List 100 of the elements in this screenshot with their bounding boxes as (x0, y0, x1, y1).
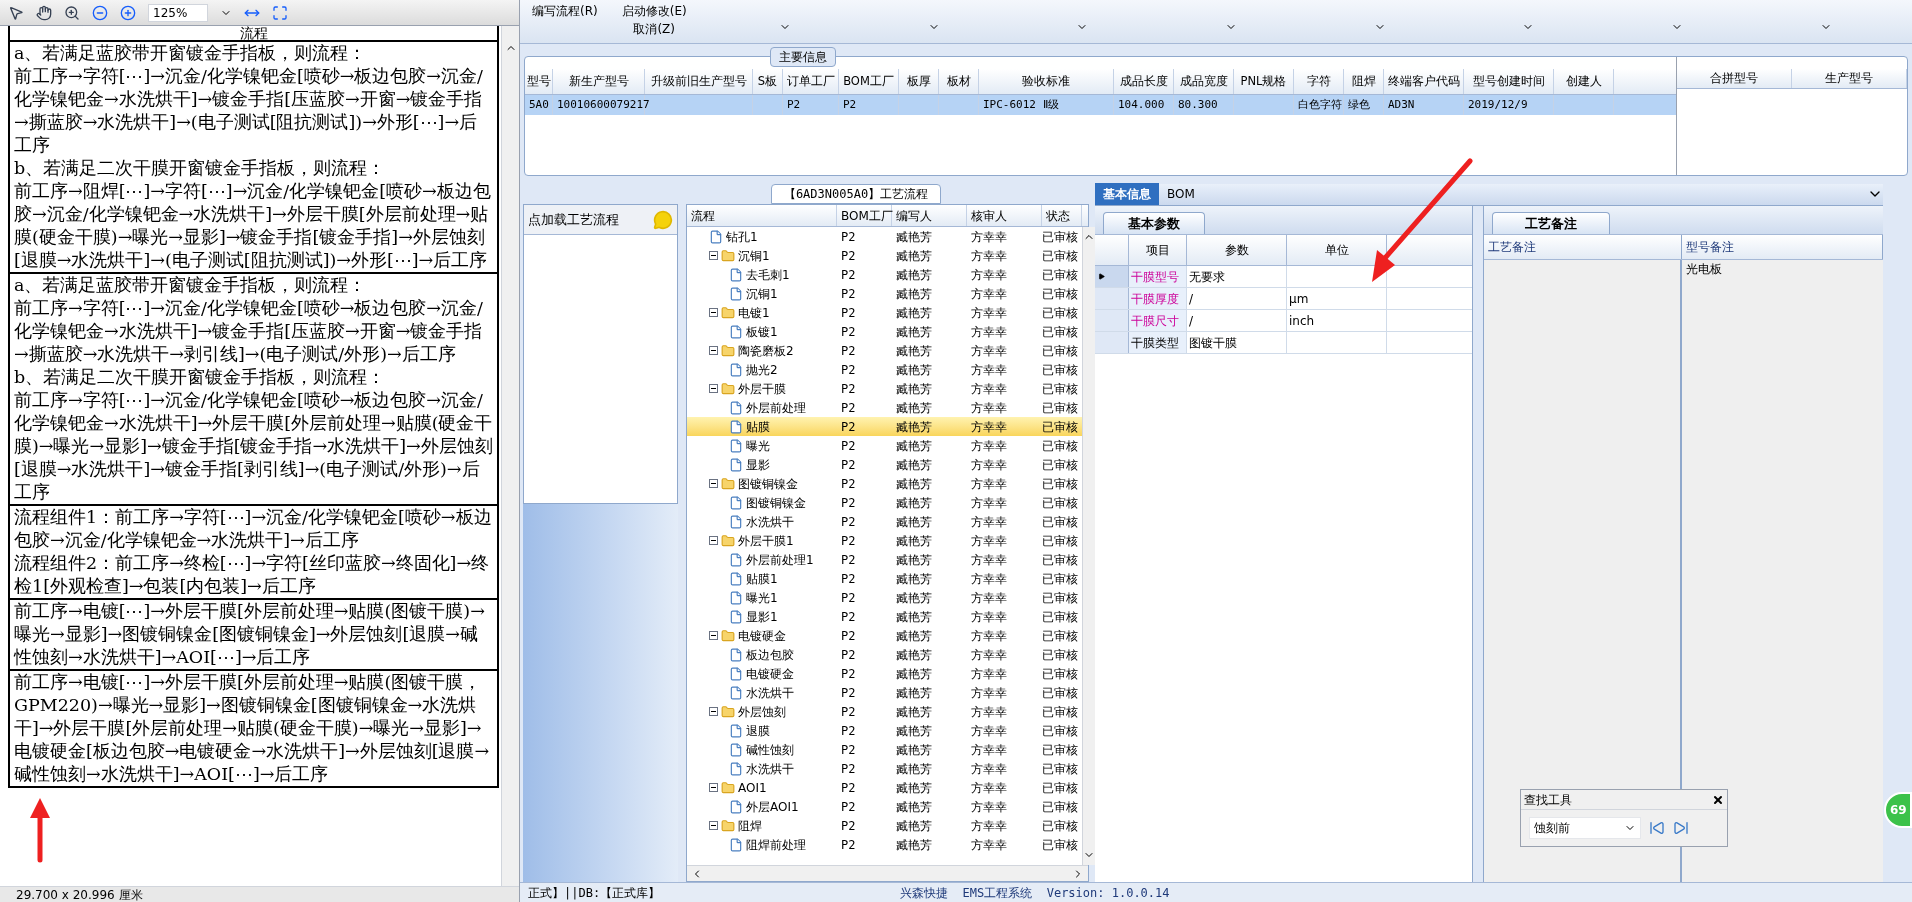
column-header[interactable]: 型号 (525, 69, 553, 94)
tree-row[interactable]: 外层干膜 P2 臧艳芳 方幸幸 已审核 (687, 379, 1082, 398)
tree-row[interactable]: 沉铜1 P2 臧艳芳 方幸幸 已审核 (687, 246, 1082, 265)
tree-row[interactable]: 贴膜 P2 臧艳芳 方幸幸 已审核 (687, 417, 1082, 436)
column-header[interactable]: 工艺备注 (1484, 235, 1682, 259)
column-header[interactable]: 成品宽度 (1174, 69, 1234, 94)
table-cell-text: P2 (840, 304, 857, 322)
tree-label: 电镀1 (738, 304, 770, 322)
column-header[interactable]: 型号创建时间 (1464, 69, 1554, 94)
column-header[interactable]: 创建人 (1554, 69, 1614, 94)
tree-row[interactable]: 板镀1 P2 臧艳芳 方幸幸 已审核 (687, 322, 1082, 341)
collapse-toggle[interactable] (709, 783, 718, 792)
tree-row[interactable]: 外层蚀刻 P2 臧艳芳 方幸幸 已审核 (687, 702, 1082, 721)
sub-tab[interactable]: 基本参数 (1103, 212, 1205, 234)
tree-row[interactable]: 外层前处理1 P2 臧艳芳 方幸幸 已审核 (687, 550, 1082, 569)
collapse-toggle[interactable] (709, 384, 718, 393)
tree-row[interactable]: 电镀硬金 P2 臧艳芳 方幸幸 已审核 (687, 626, 1082, 645)
tree-row[interactable]: 阻焊 P2 臧艳芳 方幸幸 已审核 (687, 816, 1082, 835)
find-next-icon[interactable] (1673, 820, 1689, 836)
tree-row[interactable]: 外层干膜1 P2 臧艳芳 方幸幸 已审核 (687, 531, 1082, 550)
table-cell-text: 已审核 (1042, 323, 1079, 341)
column-header[interactable]: 核审人 (967, 205, 1042, 226)
column-header[interactable]: 成品长度 (1114, 69, 1174, 94)
sub-tab[interactable]: 工艺备注 (1492, 212, 1610, 234)
column-header[interactable]: 流程 (687, 205, 837, 226)
collapse-toggle[interactable] (709, 821, 718, 830)
column-header[interactable]: 编写人 (892, 205, 967, 226)
column-header[interactable]: 终端客户代码 (1384, 69, 1464, 94)
tree-row[interactable]: 电镀1 P2 臧艳芳 方幸幸 已审核 (687, 303, 1082, 322)
column-header[interactable]: 参数 (1187, 235, 1287, 265)
column-header[interactable]: 合拼型号 (1677, 69, 1792, 88)
tree-row[interactable]: 水洗烘干 P2 臧艳芳 方幸幸 已审核 (687, 512, 1082, 531)
column-header[interactable]: S板 (753, 69, 783, 94)
scrollbar[interactable] (501, 26, 519, 886)
scrollbar[interactable] (1082, 227, 1095, 865)
horizontal-scrollbar[interactable] (687, 865, 1088, 881)
tree-row[interactable]: 抛光2 P2 臧艳芳 方幸幸 已审核 (687, 360, 1082, 379)
column-header[interactable]: 板材 (939, 69, 979, 94)
hand-tool-icon[interactable] (36, 4, 52, 21)
tree-row[interactable]: 贴膜1 P2 臧艳芳 方幸幸 已审核 (687, 569, 1082, 588)
remark-field[interactable]: 光电板 (1682, 260, 1883, 882)
process-text: 前工序→电镀[⋯]→外层干膜[外层前处理→贴膜(图镀干膜，GPM220)→曝光→显影]→图镀铜镍金[图镀铜镍金→水洗烘干]→外层干膜[外层前处理→贴膜(硬金干膜)→曝光→显影]→电镀硬金[板边包胶→电镀硬金→水洗烘干]→外层蚀刻[退膜→碱性蚀刻→水洗烘干]→AOI[⋯]→后工序 (14, 671, 491, 786)
tree-row[interactable]: 碱性蚀刻 P2 臧艳芳 方幸幸 已审核 (687, 740, 1082, 759)
tree-row[interactable]: 沉铜1 P2 臧艳芳 方幸幸 已审核 (687, 284, 1082, 303)
tree-row[interactable]: 去毛刺1 P2 臧艳芳 方幸幸 已审核 (687, 265, 1082, 284)
tree-row[interactable]: AOI1 P2 臧艳芳 方幸幸 已审核 (687, 778, 1082, 797)
column-header[interactable]: 板厚 (899, 69, 939, 94)
select-tool-icon[interactable] (8, 4, 24, 21)
collapse-toggle[interactable] (709, 308, 718, 317)
column-header[interactable]: 阻焊 (1344, 69, 1384, 94)
table-row[interactable]: 5A0 10010600079217 P2 P2 IPC-6012 Ⅱ级 104.000 80.300 白色字符 绿色 AD3N 2019/12/9 (525, 95, 1676, 115)
tree-row[interactable]: 钻孔1 P2 臧艳芳 方幸幸 已审核 (687, 227, 1082, 246)
column-header[interactable]: 验收标准 (979, 69, 1114, 94)
fit-page-icon[interactable] (272, 4, 288, 21)
tree-row[interactable]: 显影1 P2 臧艳芳 方幸幸 已审核 (687, 607, 1082, 626)
tree-row[interactable]: 外层AOI1 P2 臧艳芳 方幸幸 已审核 (687, 797, 1082, 816)
column-header[interactable]: 状态 (1042, 205, 1082, 226)
column-header[interactable]: BOM工厂 (839, 69, 899, 94)
tree-row[interactable]: 外层前处理 P2 臧艳芳 方幸幸 已审核 (687, 398, 1082, 417)
column-header[interactable]: 字符 (1294, 69, 1344, 94)
tree-row[interactable]: 板边包胶 P2 臧艳芳 方幸幸 已审核 (687, 645, 1082, 664)
table-cell-text: 臧艳芳 (895, 266, 933, 284)
collapse-toggle[interactable] (709, 346, 718, 355)
tree-row[interactable]: 阻焊前处理 P2 臧艳芳 方幸幸 已审核 (687, 835, 1082, 854)
zoom-tool-icon[interactable] (64, 4, 80, 21)
tree-row[interactable]: 水洗烘干 P2 臧艳芳 方幸幸 已审核 (687, 683, 1082, 702)
tree-row[interactable]: 电镀硬金 P2 臧艳芳 方幸幸 已审核 (687, 664, 1082, 683)
tab[interactable]: 基本信息 (1095, 183, 1159, 205)
collapse-toggle[interactable] (709, 251, 718, 260)
zoom-field[interactable]: 125% (148, 3, 208, 22)
column-header[interactable]: 新生产型号 (553, 69, 645, 94)
find-previous-icon[interactable] (1649, 820, 1665, 836)
column-header[interactable]: 项目 (1129, 235, 1187, 265)
toolbar-button[interactable]: 启动修改(E) (621, 2, 687, 20)
collapse-toggle[interactable] (709, 631, 718, 640)
column-header[interactable]: BOM工厂 (837, 205, 892, 226)
tree-row[interactable]: 退膜 P2 臧艳芳 方幸幸 已审核 (687, 721, 1082, 740)
tree-row[interactable]: 图镀铜镍金 P2 臧艳芳 方幸幸 已审核 (687, 474, 1082, 493)
row-header[interactable] (1095, 266, 1129, 287)
column-header[interactable]: 订单工厂 (783, 69, 839, 94)
tree-row[interactable]: 曝光1 P2 臧艳芳 方幸幸 已审核 (687, 588, 1082, 607)
zoom-out-icon[interactable] (92, 4, 108, 21)
column-header[interactable]: 型号备注 (1682, 235, 1883, 259)
collapse-toggle[interactable] (709, 536, 718, 545)
tree-row[interactable]: 陶瓷磨板2 P2 臧艳芳 方幸幸 已审核 (687, 341, 1082, 360)
collapse-toggle[interactable] (709, 707, 718, 716)
tree-row[interactable]: 水洗烘干 P2 臧艳芳 方幸幸 已审核 (687, 759, 1082, 778)
toolbar-button[interactable]: 取消(Z) (633, 20, 675, 38)
close-icon[interactable] (1712, 793, 1724, 806)
tree-row[interactable]: 曝光 P2 臧艳芳 方幸幸 已审核 (687, 436, 1082, 455)
search-combo[interactable]: 蚀刻前 (1529, 817, 1641, 839)
tree-row[interactable]: 图镀铜镍金 P2 臧艳芳 方幸幸 已审核 (687, 493, 1082, 512)
zoom-in-icon[interactable] (120, 4, 136, 21)
column-header[interactable]: 升级前旧生产型号 (645, 69, 753, 94)
column-header[interactable]: 生产型号 (1792, 69, 1907, 88)
toolbar-button[interactable]: 编写流程(R) (532, 2, 598, 20)
column-header[interactable]: PNL规格 (1234, 69, 1294, 94)
collapse-toggle[interactable] (709, 479, 718, 488)
tab[interactable]: BOM (1159, 183, 1203, 205)
tree-row[interactable]: 显影 P2 臧艳芳 方幸幸 已审核 (687, 455, 1082, 474)
